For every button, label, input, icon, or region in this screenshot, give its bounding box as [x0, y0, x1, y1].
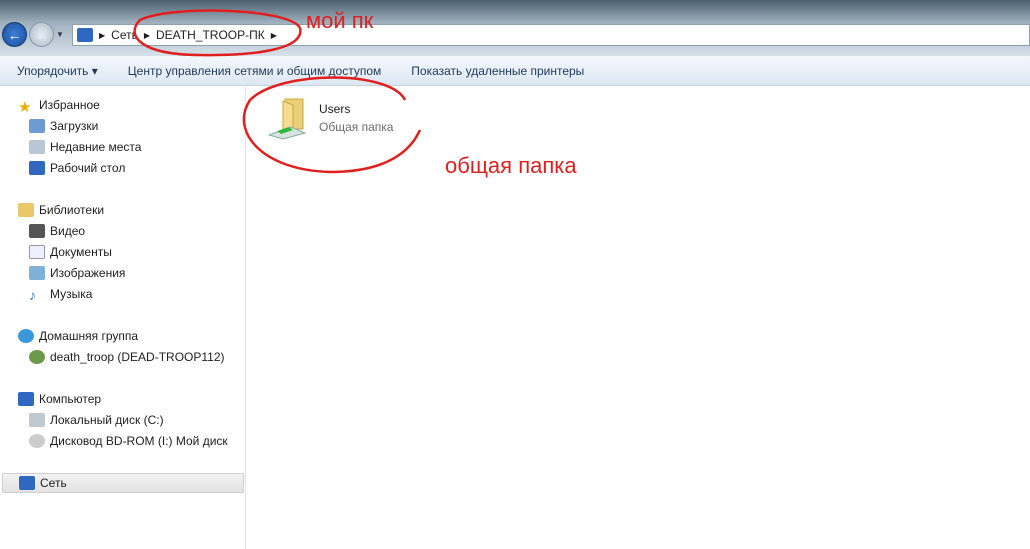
annotation-shared-folder: общая папка	[445, 153, 577, 178]
annotation-my-pc: мой пк	[306, 8, 374, 33]
red-annotation-circles	[133, 9, 422, 174]
